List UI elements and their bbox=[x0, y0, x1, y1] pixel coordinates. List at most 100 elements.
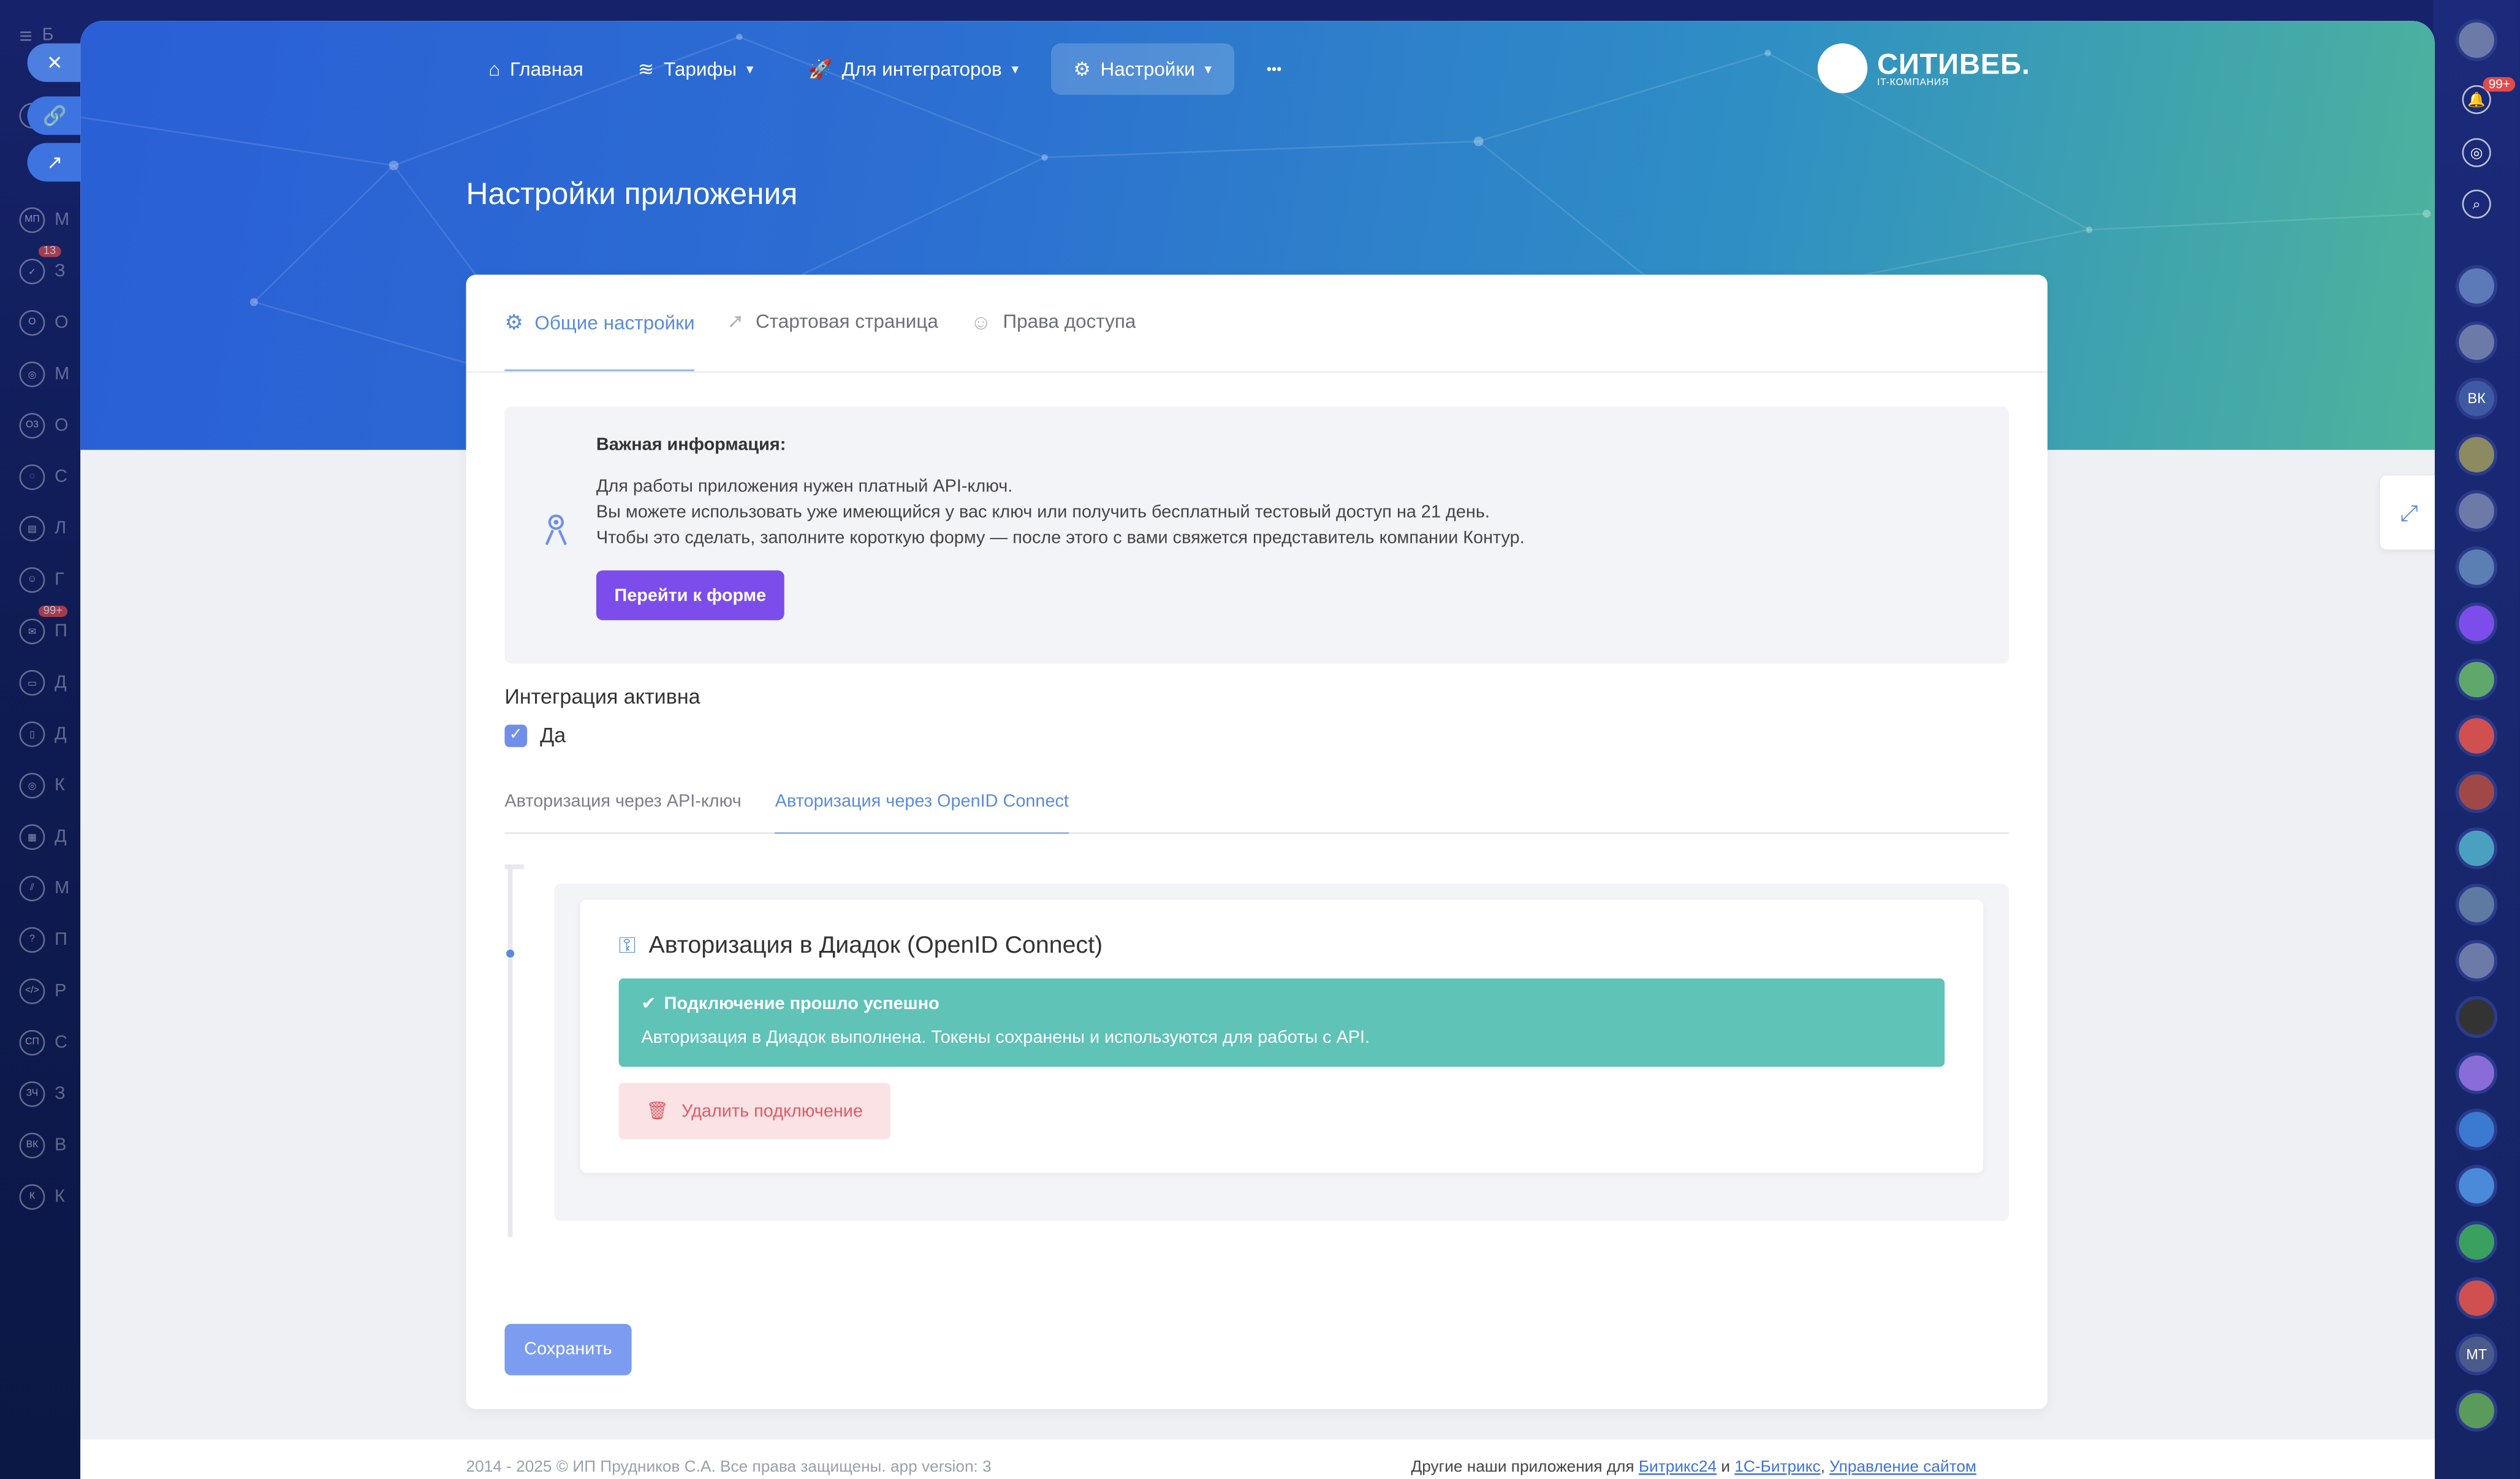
menu-item[interactable]: ▤ Л bbox=[19, 513, 77, 545]
auth-outer-panel: ⚿ Авторизация в Диадок (OpenID Connect) … bbox=[554, 883, 2009, 1222]
nav-more-button[interactable]: ••• bbox=[1244, 44, 1304, 95]
chat-avatar[interactable] bbox=[2456, 940, 2498, 982]
timeline-bar bbox=[507, 864, 513, 1238]
link-site-management[interactable]: Управление сайтом bbox=[1829, 1459, 1976, 1477]
menu-item-tasks[interactable]: ✓ З 13 bbox=[19, 246, 77, 287]
spiral-icon[interactable]: ◎ bbox=[2462, 138, 2491, 167]
link-bitrix24[interactable]: Битрикс24 bbox=[1639, 1459, 1717, 1477]
open-new-window-button[interactable]: ↗ bbox=[27, 143, 82, 182]
menu-item[interactable]: </> Р bbox=[19, 975, 77, 1007]
menu-item[interactable]: ⫽ М bbox=[19, 872, 77, 904]
close-slider-button[interactable]: ✕ bbox=[27, 43, 82, 82]
tab-auth-api-key[interactable]: Авторизация через API-ключ bbox=[504, 792, 741, 834]
timeline bbox=[504, 864, 524, 1238]
nav-tariffs[interactable]: ≋ Тарифы ▾ bbox=[615, 44, 776, 95]
menu-item[interactable]: ▯ Д bbox=[19, 718, 77, 750]
menu-item[interactable]: ЗЧ З bbox=[19, 1078, 77, 1110]
chat-avatar[interactable] bbox=[2456, 490, 2498, 532]
success-alert: ✔ Подключение прошло успешно Авторизация… bbox=[618, 978, 1945, 1067]
chat-avatar[interactable]: ВК bbox=[2456, 377, 2498, 420]
menu-item[interactable]: ▦ Д bbox=[19, 821, 77, 853]
chat-avatar[interactable] bbox=[2456, 434, 2498, 476]
chat-avatar[interactable] bbox=[2456, 1390, 2498, 1432]
footer: 2014 - 2025 © ИП Прудников С.А. Все прав… bbox=[80, 1439, 2435, 1479]
tabs-divider bbox=[466, 371, 2048, 373]
chat-avatar[interactable] bbox=[2456, 1052, 2498, 1094]
menu-item[interactable]: ВК В bbox=[19, 1130, 77, 1162]
menu-item[interactable]: МП М bbox=[19, 204, 77, 236]
checkbox-checked-icon[interactable]: ✓ bbox=[504, 724, 528, 747]
gear-icon: ⚙ bbox=[1073, 58, 1091, 81]
gear-icon: ⚙ bbox=[504, 309, 524, 334]
page-title: Настройки приложения bbox=[466, 178, 798, 213]
tab-access-rights[interactable]: ☺ Права доступа bbox=[970, 274, 1136, 371]
success-alert-header: ✔ Подключение прошло успешно bbox=[641, 993, 939, 1014]
user-avatar[interactable] bbox=[2456, 19, 2498, 61]
expand-button[interactable]: ⤢ bbox=[2380, 475, 2435, 550]
menu-item[interactable]: ☺ Г bbox=[19, 564, 77, 596]
chat-avatar[interactable] bbox=[2456, 1165, 2498, 1207]
menu-item[interactable]: О3 О bbox=[19, 410, 77, 442]
auth-panel: ⚿ Авторизация в Диадок (OpenID Connect) … bbox=[580, 899, 1984, 1173]
chat-avatar[interactable] bbox=[2456, 883, 2498, 926]
footer-copyright: 2014 - 2025 © ИП Прудников С.А. Все прав… bbox=[466, 1459, 992, 1477]
menu-item[interactable]: ▭ Д bbox=[19, 667, 77, 698]
logo-name: СИТИВЕБ. bbox=[1877, 47, 2030, 80]
go-to-form-button[interactable]: Перейти к форме bbox=[596, 570, 784, 621]
chevron-down-icon: ▾ bbox=[1011, 60, 1019, 77]
success-alert-text: Авторизация в Диадок выполнена. Токены с… bbox=[641, 1028, 1370, 1048]
notifications-badge: 99+ bbox=[2483, 77, 2516, 92]
menu-item[interactable]: ? П bbox=[19, 924, 77, 956]
info-title: Важная информация: bbox=[596, 435, 786, 455]
chat-avatar[interactable] bbox=[2456, 659, 2498, 701]
menu-item-active[interactable]: ◎ М bbox=[19, 358, 77, 390]
delete-connection-button[interactable]: 🗑 Удалить подключение bbox=[618, 1083, 890, 1140]
nav-settings[interactable]: ⚙ Настройки ▾ bbox=[1050, 43, 1235, 95]
chevron-down-icon: ▾ bbox=[746, 60, 754, 77]
chat-avatar[interactable] bbox=[2456, 771, 2498, 813]
expand-icon: ⤢ bbox=[2400, 499, 2418, 525]
tab-general-settings[interactable]: ⚙ Общие настройки bbox=[504, 274, 695, 371]
auth-method-tabs: Авторизация через API-ключ Авторизация ч… bbox=[504, 792, 2009, 834]
app-slider: ⌂ Главная ≋ Тарифы ▾ 🚀 Для интеграторов … bbox=[80, 21, 2435, 1479]
search-chat-icon[interactable]: ⌕ bbox=[2462, 189, 2491, 219]
tab-start-page[interactable]: ➚ Стартовая страница bbox=[727, 274, 938, 371]
chat-avatar[interactable] bbox=[2456, 1221, 2498, 1263]
menu-item-mail[interactable]: ✉ П 99+ bbox=[19, 605, 77, 647]
key-icon: ⚿ bbox=[618, 931, 636, 958]
menu-item[interactable]: ◌ С bbox=[19, 461, 77, 493]
footer-links: Другие наши приложения для Битрикс24 и 1… bbox=[1411, 1459, 1976, 1477]
company-logo[interactable]: СИТИВЕБ. IT-КОМПАНИЯ bbox=[1817, 43, 2030, 94]
link-1c-bitrix[interactable]: 1С-Битрикс bbox=[1734, 1459, 1820, 1477]
home-icon: ⌂ bbox=[488, 58, 501, 81]
chat-avatar[interactable] bbox=[2456, 714, 2498, 757]
chat-avatar[interactable] bbox=[2456, 265, 2498, 307]
nav-integrators[interactable]: 🚀 Для интеграторов ▾ bbox=[786, 44, 1041, 95]
integration-active-checkbox[interactable]: ✓ Да bbox=[504, 723, 566, 747]
chat-avatar[interactable] bbox=[2456, 1277, 2498, 1319]
menu-item[interactable]: КК bbox=[19, 1181, 77, 1212]
menu-item[interactable]: ОО bbox=[19, 307, 77, 339]
info-line: Чтобы это сделать, заполните короткую фо… bbox=[596, 528, 1525, 548]
menu-item[interactable]: СП С bbox=[19, 1027, 77, 1059]
copy-link-button[interactable]: 🔗 bbox=[27, 96, 82, 135]
check-circle-icon: ✔ bbox=[641, 994, 656, 1014]
user-icon: ☺ bbox=[970, 309, 992, 334]
chat-avatar[interactable] bbox=[2456, 996, 2498, 1038]
nav-home[interactable]: ⌂ Главная bbox=[466, 44, 605, 95]
chat-avatar[interactable] bbox=[2456, 321, 2498, 363]
chat-avatar[interactable] bbox=[2456, 1108, 2498, 1151]
save-button[interactable]: Сохранить bbox=[504, 1323, 632, 1375]
tab-auth-openid[interactable]: Авторизация через OpenID Connect bbox=[775, 792, 1069, 834]
menu-item[interactable]: ◎ К bbox=[19, 770, 77, 801]
bitrix-right-bar: 🔔 99+ ◎ ⌕ ВК МТ bbox=[2433, 0, 2520, 1479]
important-info-box: Важная информация: Для работы приложения… bbox=[504, 406, 2009, 664]
more-dots-icon: ••• bbox=[1266, 61, 1282, 77]
chat-avatar[interactable] bbox=[2456, 602, 2498, 645]
chat-avatar[interactable] bbox=[2456, 546, 2498, 588]
chat-avatar[interactable]: МТ bbox=[2456, 1333, 2498, 1375]
checkbox-label: Да bbox=[540, 723, 566, 747]
info-line: Для работы приложения нужен платный API-… bbox=[596, 477, 1013, 497]
chat-avatar[interactable] bbox=[2456, 827, 2498, 869]
external-link-icon: ↗ bbox=[46, 151, 63, 174]
